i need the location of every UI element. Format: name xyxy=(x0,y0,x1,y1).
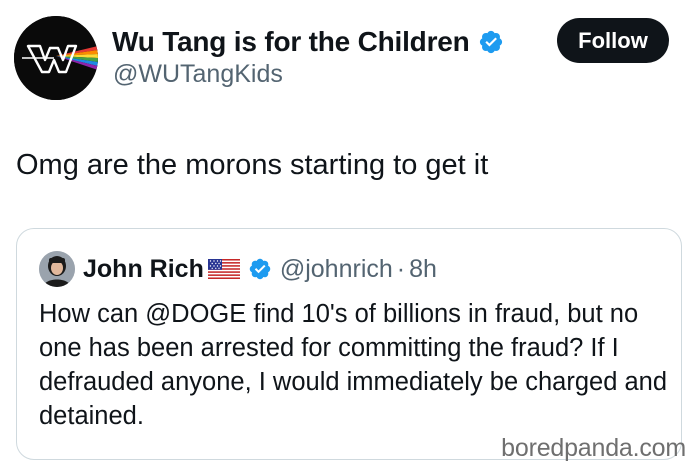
author-avatar[interactable] xyxy=(14,16,98,100)
wu-tang-logo-icon xyxy=(14,16,98,100)
quoted-tweet-time[interactable]: 8h xyxy=(409,255,437,284)
author-display-name[interactable]: Wu Tang is for the Children xyxy=(112,26,470,58)
quoted-tweet-card[interactable]: John Rich @johnrich · 8h How can @DOGE f… xyxy=(16,228,682,460)
verified-badge-icon xyxy=(479,30,502,54)
person-avatar-icon xyxy=(39,251,75,287)
us-flag-icon xyxy=(207,259,240,279)
quoted-tweet-header: John Rich @johnrich · 8h xyxy=(39,249,437,289)
quoted-tweet-text: How can @DOGE find 10's of billions in f… xyxy=(39,300,667,430)
verified-badge-icon xyxy=(249,258,271,280)
quoted-author-handle[interactable]: @johnrich xyxy=(280,255,393,284)
author-name-row[interactable]: Wu Tang is for the Children xyxy=(112,22,504,62)
quoted-author-avatar[interactable] xyxy=(39,251,75,287)
follow-button[interactable]: Follow xyxy=(557,18,669,63)
quoted-author-name[interactable]: John Rich xyxy=(83,255,204,284)
tweet-text: Omg are the morons starting to get it xyxy=(16,149,489,181)
author-handle[interactable]: @WUTangKids xyxy=(113,60,283,89)
separator-dot: · xyxy=(396,254,406,283)
watermark: boredpanda.com xyxy=(501,434,686,462)
